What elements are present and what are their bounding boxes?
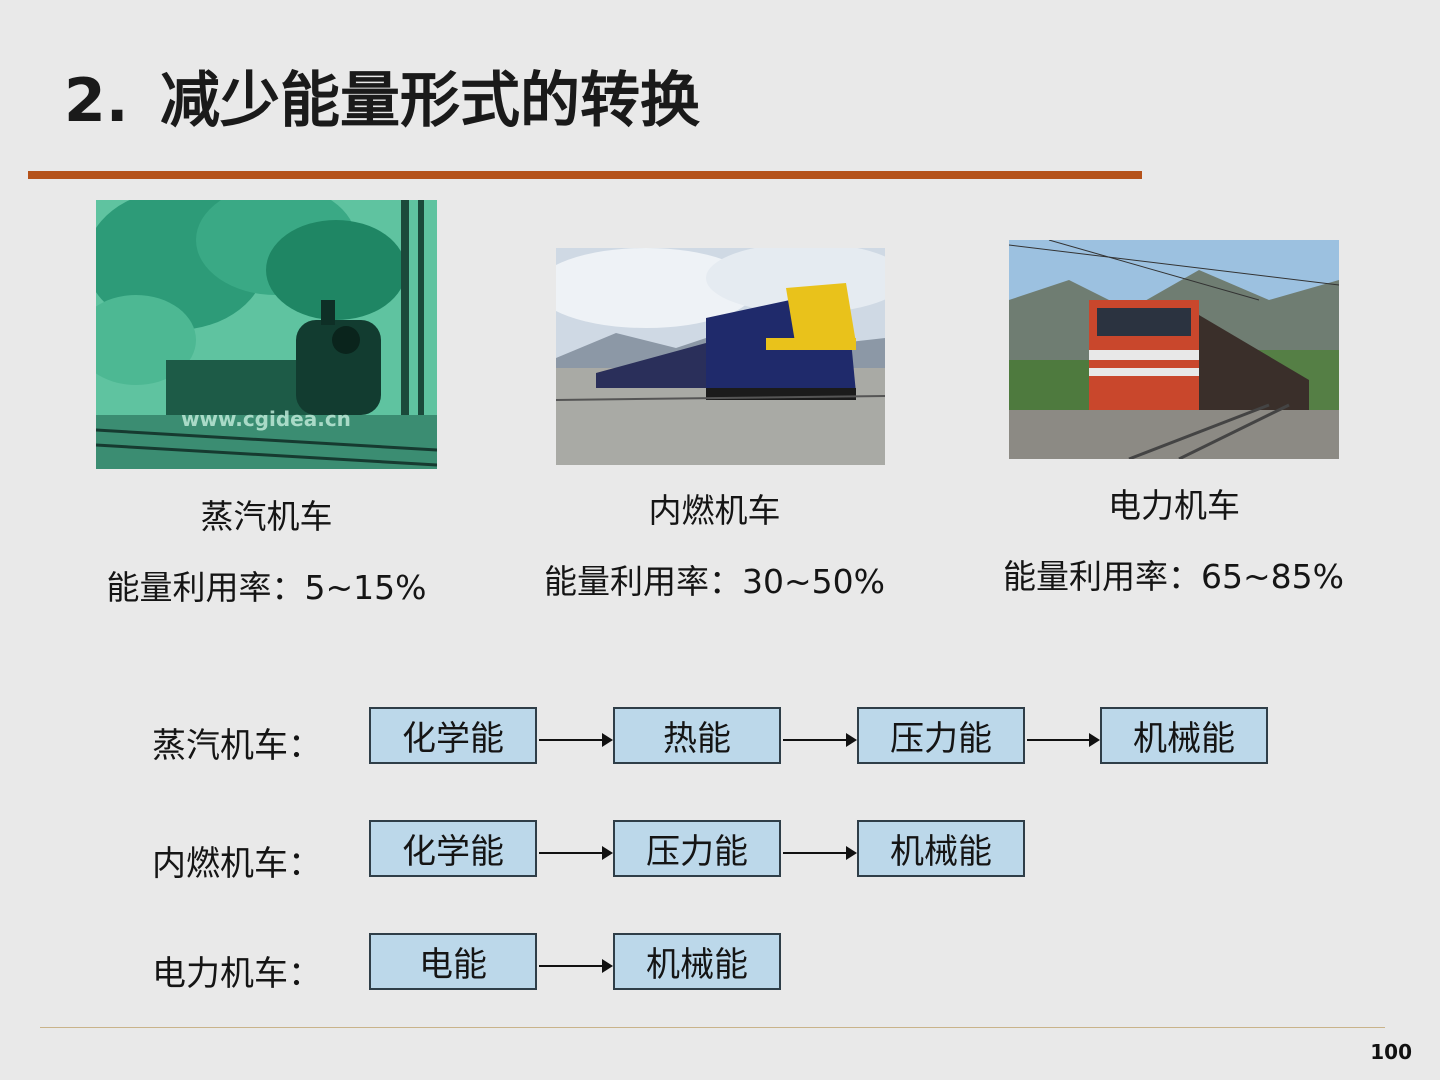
title-rule xyxy=(28,171,1142,179)
steam-locomotive-photo: www.cgidea.cn xyxy=(96,200,437,469)
arrow-icon xyxy=(783,846,857,860)
locomotive-efficiency: 能量利用率：5~15% xyxy=(106,568,427,607)
page-number: 100 xyxy=(1370,1040,1412,1064)
locomotive-efficiency: 能量利用率：65~85% xyxy=(1003,557,1344,596)
energy-box: 化学能 xyxy=(369,707,537,764)
energy-box: 化学能 xyxy=(369,820,537,877)
energy-box: 机械能 xyxy=(613,933,781,990)
title-text: 减少能量形式的转换 xyxy=(160,66,700,136)
energy-box: 电能 xyxy=(369,933,537,990)
flow-label: 电力机车： xyxy=(152,954,322,994)
slide-title: 2. 减少能量形式的转换 xyxy=(64,52,700,139)
diesel-locomotive-photo xyxy=(556,248,885,465)
energy-box: 热能 xyxy=(613,707,781,764)
energy-box: 压力能 xyxy=(613,820,781,877)
arrow-icon xyxy=(783,733,857,747)
electric-locomotive-photo xyxy=(1009,240,1339,459)
title-number: 2. xyxy=(64,66,129,136)
locomotive-efficiency: 能量利用率：30~50% xyxy=(544,562,885,601)
photo-watermark: www.cgidea.cn xyxy=(181,407,351,431)
locomotive-name: 电力机车 xyxy=(1108,486,1240,525)
arrow-icon xyxy=(539,733,613,747)
energy-box: 机械能 xyxy=(1100,707,1268,764)
flow-label: 内燃机车： xyxy=(152,844,322,884)
arrow-icon xyxy=(539,959,613,973)
energy-box: 压力能 xyxy=(857,707,1025,764)
arrow-icon xyxy=(539,846,613,860)
footer-rule xyxy=(40,1027,1385,1028)
locomotive-name: 蒸汽机车 xyxy=(200,497,333,536)
flow-label: 蒸汽机车： xyxy=(152,726,322,766)
locomotive-name: 内燃机车 xyxy=(648,491,781,530)
energy-box: 机械能 xyxy=(857,820,1025,877)
arrow-icon xyxy=(1027,733,1100,747)
